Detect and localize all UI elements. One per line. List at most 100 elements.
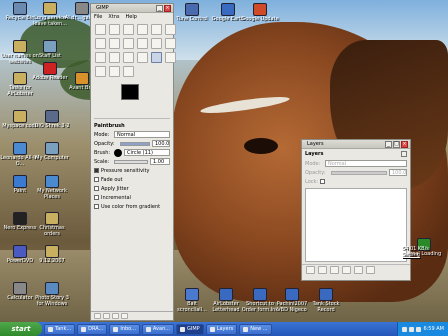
desktop-icon[interactable]: 9.12.2007	[32, 245, 72, 275]
gradient-checkbox[interactable]	[94, 204, 99, 209]
gimp-tool-icon[interactable]	[123, 52, 134, 63]
gimp-tool-icon[interactable]	[109, 38, 120, 49]
layers-opacity-row: Opacity: 100.0	[302, 168, 410, 177]
tray-icon[interactable]	[416, 326, 422, 332]
taskbar-button[interactable]: Inbo...	[109, 323, 140, 335]
desktop-icon[interactable]: Christmas orders	[32, 212, 72, 242]
gimp-toolbox-window[interactable]: GIMP _ × File Xtns Help Paintbrush Mode:…	[90, 3, 176, 321]
gimp-tool-icon[interactable]	[109, 52, 120, 63]
desktop-icon-image	[45, 142, 59, 155]
gimp-tool-icon[interactable]	[151, 52, 162, 63]
desktop-icon[interactable]: Tasks for AirLobster	[0, 72, 40, 102]
gimp-tool-icon[interactable]	[95, 24, 106, 35]
scale-input[interactable]: 1.00	[150, 158, 170, 165]
taskbar-button-label: Tank...	[55, 326, 72, 332]
clock[interactable]: 6:59 AM	[423, 326, 444, 332]
delete-layer-icon[interactable]	[366, 266, 375, 274]
reset-options-icon[interactable]	[121, 313, 128, 319]
gimp-tool-icon[interactable]	[137, 38, 148, 49]
gimp-titlebar[interactable]: GIMP _ ×	[91, 4, 173, 13]
gimp-tool-icon[interactable]	[151, 24, 162, 35]
opacity-slider[interactable]	[120, 141, 150, 146]
maximize-button[interactable]: □	[393, 140, 400, 148]
desktop-icon-image	[75, 2, 89, 15]
minimize-button[interactable]: _	[385, 140, 392, 148]
desktop-icon[interactable]: My Computer	[32, 142, 72, 172]
start-button[interactable]: start	[0, 322, 42, 336]
gimp-tool-icon[interactable]	[95, 66, 106, 77]
desktop-icon[interactable]: DIO Shrek 3-2	[32, 110, 72, 140]
gimp-tool-icon[interactable]	[151, 38, 162, 49]
scale-slider[interactable]	[114, 159, 148, 164]
brush-name[interactable]: Circle (11)	[124, 149, 170, 156]
start-label: start	[11, 325, 31, 333]
raise-layer-icon[interactable]	[318, 266, 327, 274]
panel-menu-icon[interactable]	[401, 151, 407, 157]
taskbar-button[interactable]: Tank...	[44, 323, 76, 335]
gimp-tool-icon[interactable]	[165, 52, 176, 63]
taskbar-button[interactable]: GIMP	[176, 323, 204, 335]
opacity-row: Opacity: 100.0	[91, 139, 173, 148]
gimp-tool-icon[interactable]	[123, 38, 134, 49]
network-overlay: 54.01 KB/s Setting	[402, 246, 446, 258]
gimp-tool-icon[interactable]	[165, 38, 176, 49]
taskbar-button[interactable]: DRA...	[77, 323, 108, 335]
taskbar-button-label: Avan...	[152, 326, 171, 332]
tray-icon[interactable]	[409, 326, 415, 332]
desktop-icon[interactable]: Photo Story 3 for Windows	[32, 282, 72, 312]
layers-opacity-input[interactable]: 100.0	[389, 169, 407, 176]
gimp-menubar: File Xtns Help	[91, 13, 173, 21]
gimp-tool-icon[interactable]	[137, 52, 148, 63]
gimp-tool-icon[interactable]	[123, 66, 134, 77]
layers-titlebar[interactable]: Layers _ □ ×	[302, 140, 410, 149]
duplicate-layer-icon[interactable]	[342, 266, 351, 274]
network-setting-link[interactable]: Setting	[402, 252, 446, 258]
mode-select[interactable]: Normal	[114, 131, 170, 138]
desktop-icon[interactable]: Tune Control	[172, 3, 212, 33]
foreground-color-swatch[interactable]	[121, 84, 139, 100]
desktop-icon-image	[319, 288, 333, 301]
menu-file[interactable]: File	[94, 14, 102, 20]
jitter-checkbox[interactable]	[94, 186, 99, 191]
save-options-icon[interactable]	[94, 313, 101, 319]
pressure-checkbox[interactable]	[94, 168, 99, 173]
layers-window[interactable]: Layers _ □ × Layers Mode: Normal Opacity…	[301, 139, 411, 281]
taskbar-button[interactable]: New ...	[239, 323, 272, 335]
taskbar-button[interactable]: Layers	[205, 323, 238, 335]
desktop-icon[interactable]: Google Update	[240, 3, 280, 33]
close-button[interactable]: ×	[164, 4, 171, 12]
gimp-tool-icon[interactable]	[95, 38, 106, 49]
close-button[interactable]: ×	[401, 140, 408, 148]
fadeout-checkbox[interactable]	[94, 177, 99, 182]
anchor-layer-icon[interactable]	[354, 266, 363, 274]
tray-icon[interactable]	[402, 326, 408, 332]
gimp-tool-icon[interactable]	[165, 24, 176, 35]
layers-mode-select[interactable]: Normal	[325, 160, 407, 167]
delete-options-icon[interactable]	[112, 313, 119, 319]
desktop-icon[interactable]: Tank Stock Record	[306, 288, 346, 318]
new-layer-icon[interactable]	[306, 266, 315, 274]
menu-help[interactable]: Help	[126, 14, 137, 20]
lower-layer-icon[interactable]	[330, 266, 339, 274]
gimp-tool-icon[interactable]	[109, 66, 120, 77]
lock-checkbox[interactable]	[320, 179, 326, 184]
desktop-icon-image	[13, 282, 27, 295]
gimp-tool-icon[interactable]	[123, 24, 134, 35]
gimp-tool-icon[interactable]	[137, 24, 148, 35]
taskbar-button[interactable]: Avan...	[141, 323, 175, 335]
brush-preview-icon[interactable]	[114, 148, 122, 157]
gimp-tool-icon[interactable]	[95, 52, 106, 63]
minimize-button[interactable]: _	[156, 4, 163, 12]
gradient-label: Use color from gradient	[101, 203, 161, 210]
layers-opacity-slider[interactable]	[331, 170, 387, 175]
incremental-checkbox[interactable]	[94, 195, 99, 200]
layers-list[interactable]	[305, 188, 407, 262]
desktop-icon-image	[45, 212, 59, 225]
layers-mode-row: Mode: Normal	[302, 159, 410, 168]
restore-options-icon[interactable]	[103, 313, 110, 319]
desktop-icon-image	[43, 40, 57, 53]
menu-xtns[interactable]: Xtns	[108, 14, 119, 20]
gimp-tool-icon[interactable]	[109, 24, 120, 35]
desktop-icon[interactable]: My Network Places	[32, 175, 72, 205]
opacity-input[interactable]: 100.0	[152, 140, 170, 147]
